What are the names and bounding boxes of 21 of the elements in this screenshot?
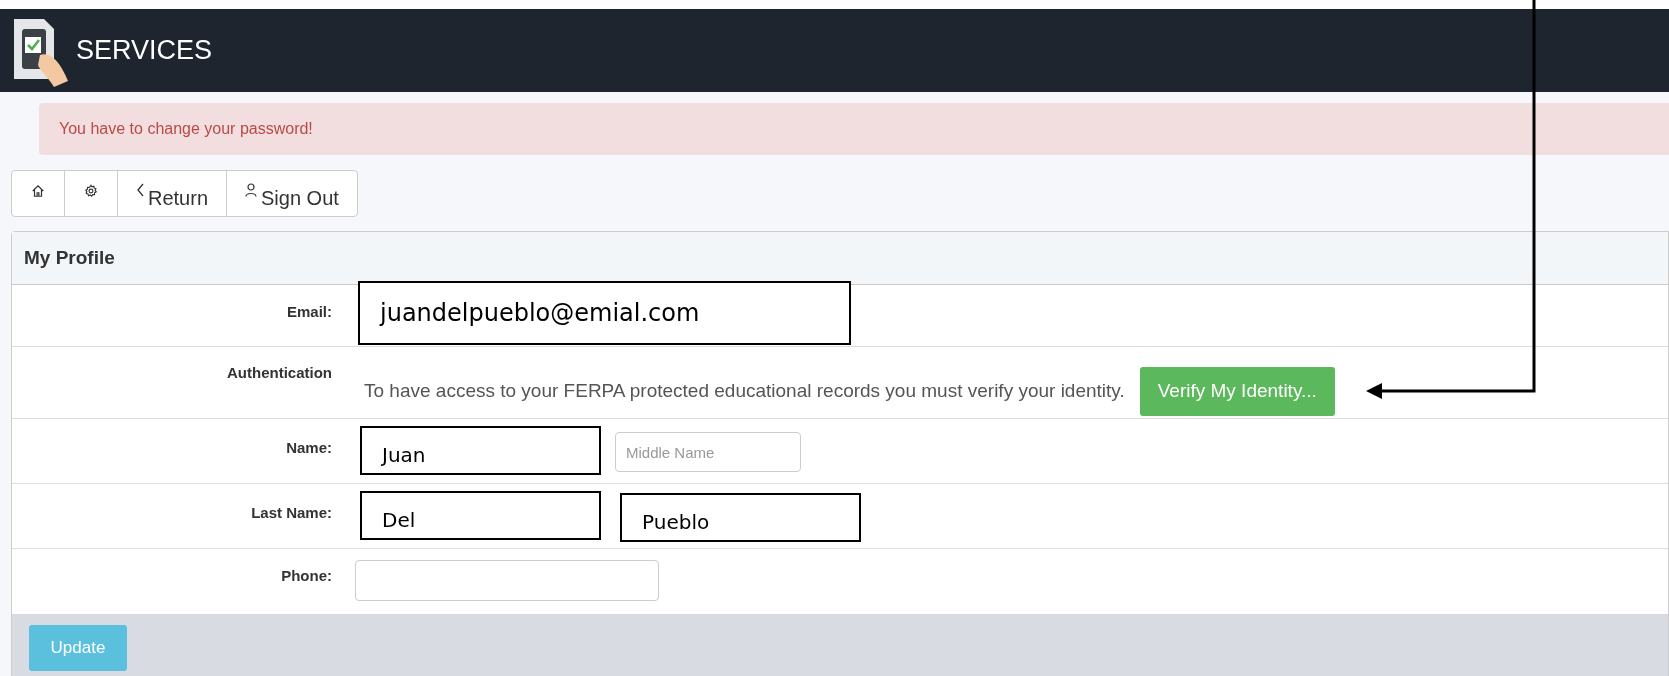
phone-field[interactable] [355,560,659,601]
settings-icon [84,184,98,198]
field-label: Email: [287,302,332,322]
input-field[interactable]: Pueblo [620,493,861,542]
input-field[interactable]: Del [360,491,601,540]
chevron-left-icon [136,183,144,197]
app-title: SERVICES [76,34,213,68]
field-label: Phone: [281,566,332,586]
user-icon [245,183,258,197]
input-field[interactable]: juandelpueblo@emial.com [358,281,851,345]
auth-description: To have access to your FERPA protected educational records you must verify your identity. [364,379,1125,404]
alert-message: You have to change your password! [59,119,313,139]
field-label: Authentication [227,363,332,383]
input-field[interactable]: Middle Name [615,432,801,472]
field-label: Last Name: [251,503,332,523]
panel-title: My Profile [24,245,115,270]
toolbar-button[interactable]: Sign Out [226,171,357,216]
toolbar-button[interactable]: Return [117,171,227,216]
home-icon [31,184,45,198]
input-field[interactable]: Juan [360,426,601,475]
field-label: Name: [286,438,332,458]
